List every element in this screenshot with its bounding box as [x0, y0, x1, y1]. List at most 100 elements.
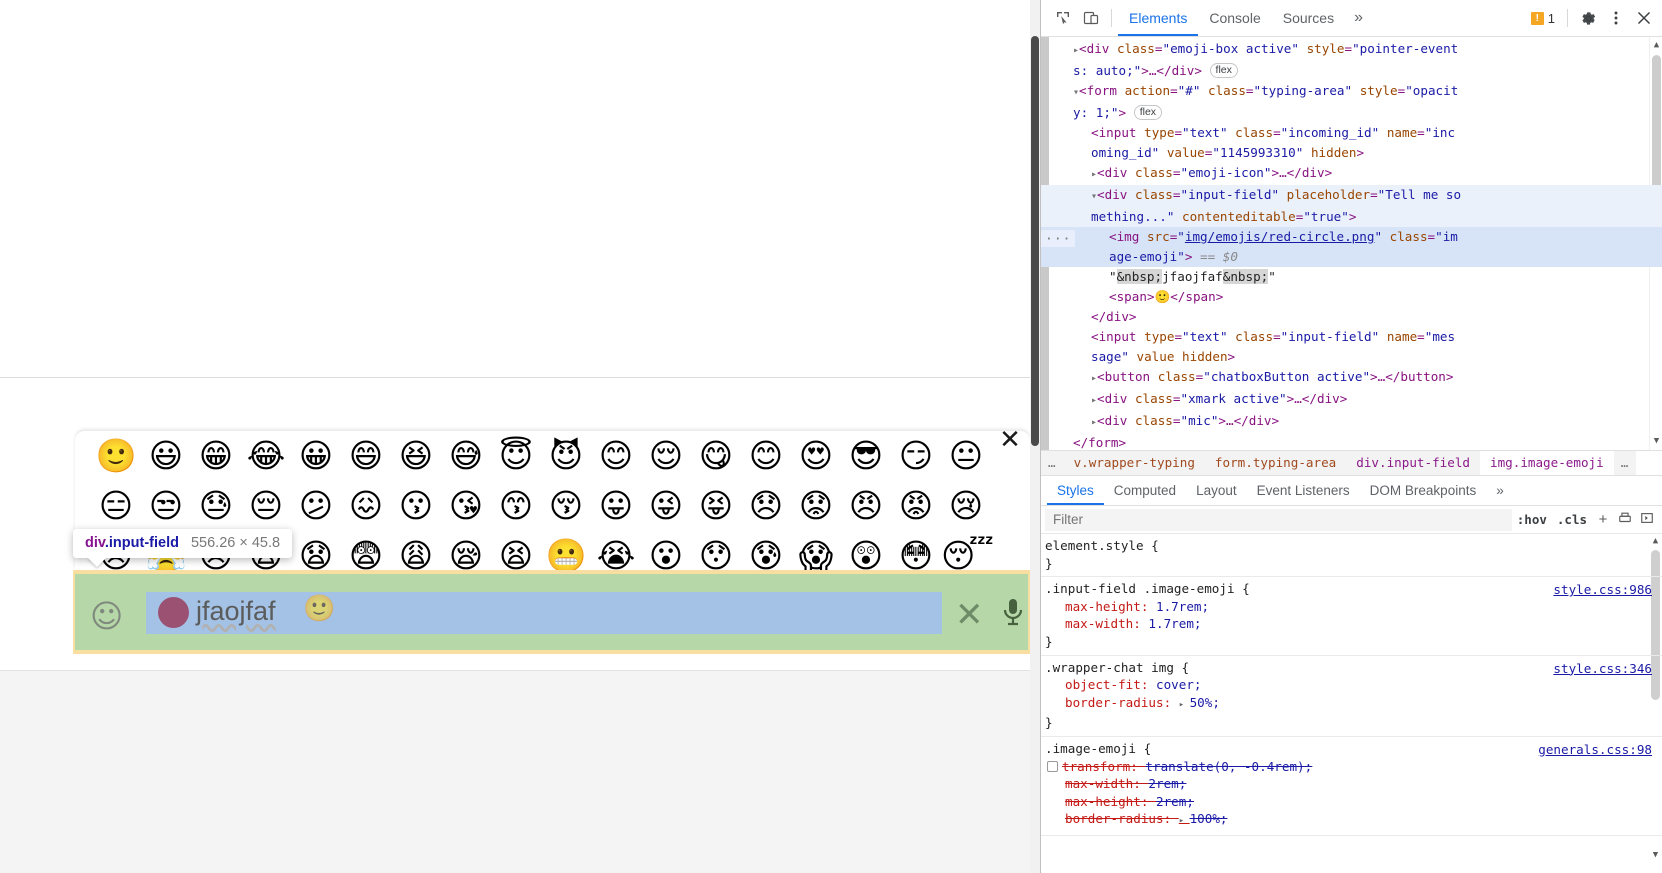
css-selector[interactable]: .wrapper-chat img { [1045, 660, 1189, 675]
emoji-item[interactable]: 😐 [941, 431, 991, 481]
page-scrollbar-thumb[interactable] [1031, 36, 1039, 446]
more-options-icon[interactable] [1602, 4, 1630, 32]
dom-tree-line[interactable]: <input type="text" class="incoming_id" n… [1041, 123, 1662, 143]
emoji-item[interactable]: 😟 [791, 481, 841, 531]
cls-button[interactable]: .cls [1552, 512, 1592, 527]
emoji-item[interactable]: 😧 [291, 531, 341, 570]
clear-input-icon[interactable]: ✕ [955, 595, 984, 635]
mic-icon[interactable] [1000, 597, 1026, 635]
emoji-item[interactable]: 😎 [841, 431, 891, 481]
css-source-link[interactable]: style.css:346 [1553, 660, 1652, 678]
emoji-item[interactable]: 😂 [241, 431, 291, 481]
styles-tab[interactable]: » [1486, 476, 1514, 505]
emoji-item[interactable]: 😋 [691, 431, 741, 481]
dom-tree-line[interactable]: y: 1;"> flex [1041, 103, 1662, 123]
value-expander-icon[interactable]: ▸ [1179, 700, 1190, 710]
css-declaration[interactable]: max-width: 2rem; [1045, 775, 1662, 793]
emoji-item[interactable]: 😆 [391, 431, 441, 481]
css-declaration[interactable]: max-height: 2rem; [1045, 793, 1662, 811]
emoji-item[interactable]: 😏 [891, 431, 941, 481]
declaration-checkbox[interactable] [1047, 760, 1058, 772]
dom-tree-line[interactable]: s: auto;">…</div> flex [1041, 61, 1662, 81]
emoji-item[interactable]: 😩 [391, 531, 441, 570]
css-property-value[interactable]: 1.7rem; [1148, 616, 1201, 631]
dom-tree-line[interactable]: ▸<div class="mic">…</div> [1041, 411, 1662, 433]
emoji-item[interactable]: 😪 [441, 531, 491, 570]
dom-tree-line[interactable]: mething..." contenteditable="true"> [1041, 207, 1662, 227]
emoji-panel-close-icon[interactable]: ✕ [998, 427, 1022, 453]
css-source-link[interactable]: generals.css:98 [1538, 741, 1652, 759]
input-field-highlight[interactable]: jfaojfaf 🙂 [146, 592, 942, 634]
breadcrumb[interactable]: … v.wrapper-typing form.typing-area div.inp… [1041, 450, 1662, 476]
emoji-item[interactable]: 😔 [241, 481, 291, 531]
emoji-item[interactable]: 😙 [491, 481, 541, 531]
hov-button[interactable]: :hov [1512, 512, 1552, 527]
emoji-item[interactable]: 😝 [691, 481, 741, 531]
styles-tab[interactable]: Event Listeners [1247, 476, 1360, 505]
css-declaration[interactable]: transform: translate(0, -0.4rem); [1045, 758, 1662, 776]
dom-tree-line[interactable]: sage" value hidden> [1041, 347, 1662, 367]
emoji-item[interactable]: 😘 [441, 481, 491, 531]
emoji-item[interactable]: 😨 [341, 531, 391, 570]
css-property-value[interactable]: 1.7rem; [1156, 599, 1209, 614]
emoji-item[interactable]: 😠 [841, 481, 891, 531]
dom-tree-line[interactable]: oming_id" value="1145993310" hidden> [1041, 143, 1662, 163]
dom-tree-line[interactable]: </form> [1041, 433, 1662, 450]
emoji-item[interactable]: 😅 [441, 431, 491, 481]
emoji-item[interactable]: 😄 [341, 431, 391, 481]
emoji-item[interactable]: 😫 [491, 531, 541, 570]
breadcrumb-item[interactable]: div.input-field [1346, 451, 1480, 475]
emoji-item[interactable]: 😀 [291, 431, 341, 481]
dom-tree-line[interactable]: ▸<div class="emoji-box active" style="po… [1041, 39, 1662, 61]
emoji-item[interactable]: 😞 [741, 481, 791, 531]
emoji-item[interactable]: 😓 [191, 481, 241, 531]
css-rule[interactable]: .wrapper-chat img {style.css:346 object-f… [1041, 656, 1662, 737]
emoji-item[interactable]: 😛 [591, 481, 641, 531]
emoji-item[interactable]: 😴 [941, 531, 994, 570]
dom-tree-line[interactable]: ▸<div class="emoji-icon">…</div> [1041, 163, 1662, 185]
emoji-item[interactable]: 😇 [491, 431, 541, 481]
emoji-item[interactable]: 😜 [641, 481, 691, 531]
emoji-item[interactable]: 😯 [691, 531, 741, 570]
emoji-item[interactable]: 😗 [391, 481, 441, 531]
toggle-sidebar-icon[interactable] [1636, 511, 1658, 529]
css-property-value[interactable]: cover; [1156, 677, 1202, 692]
styles-tab[interactable]: Computed [1104, 476, 1186, 505]
css-selector[interactable]: element.style { [1045, 538, 1159, 553]
css-declaration[interactable]: max-height: 1.7rem; [1045, 598, 1662, 616]
breadcrumb-item[interactable]: v.wrapper-typing [1063, 451, 1205, 475]
css-declaration[interactable]: border-radius: ▸ 50%; [1045, 694, 1662, 715]
breadcrumb-item[interactable]: img.image-emoji [1479, 451, 1614, 475]
emoji-item[interactable]: 😖 [341, 481, 391, 531]
styles-tab[interactable]: Layout [1186, 476, 1247, 505]
emoji-item[interactable]: 😰 [741, 531, 791, 570]
emoji-item[interactable]: 😱 [791, 531, 841, 570]
dom-tree-line[interactable]: </div> [1041, 307, 1662, 327]
flex-badge[interactable]: flex [1133, 105, 1163, 120]
css-rule[interactable]: .input-field .image-emoji {style.css:986… [1041, 577, 1662, 656]
dom-tree-line[interactable]: ▾<div class="input-field" placeholder="T… [1041, 185, 1662, 207]
css-selector[interactable]: .input-field .image-emoji { [1045, 581, 1250, 596]
dom-tree-line[interactable]: <span>🙂</span> [1041, 287, 1662, 307]
add-style-rule-icon[interactable]: + [1592, 511, 1614, 528]
emoji-item[interactable]: 😕 [291, 481, 341, 531]
emoji-item[interactable]: 😭 [591, 531, 641, 570]
tab-console[interactable]: Console [1198, 0, 1271, 36]
dom-tree-line[interactable]: <input type="text" class="input-field" n… [1041, 327, 1662, 347]
dom-tree-line[interactable]: "&nbsp;jfaojfaf&nbsp;" [1041, 267, 1662, 287]
css-property-value[interactable]: translate(0, -0.4rem); [1145, 759, 1312, 774]
emoji-item[interactable]: 🙂 [91, 431, 141, 481]
emoji-item[interactable]: 😢 [941, 481, 991, 531]
tab-elements[interactable]: Elements [1118, 0, 1198, 36]
emoji-item[interactable]: 😡 [891, 481, 941, 531]
styles-tab[interactable]: DOM Breakpoints [1360, 476, 1487, 505]
emoji-item[interactable]: 😑 [91, 481, 141, 531]
emoji-item[interactable]: 😮 [641, 531, 691, 570]
emoji-item[interactable]: 😊 [741, 431, 791, 481]
breadcrumb-item[interactable]: … [1041, 451, 1064, 475]
dom-tree-line[interactable]: ▸<button class="chatboxButton active">…<… [1041, 367, 1662, 389]
emoji-item[interactable]: 😒 [141, 481, 191, 531]
emoji-item[interactable]: 😊 [591, 431, 641, 481]
page-scrollbar[interactable] [1030, 0, 1040, 873]
resource-link[interactable]: img/emojis/red-circle.png [1185, 229, 1375, 244]
